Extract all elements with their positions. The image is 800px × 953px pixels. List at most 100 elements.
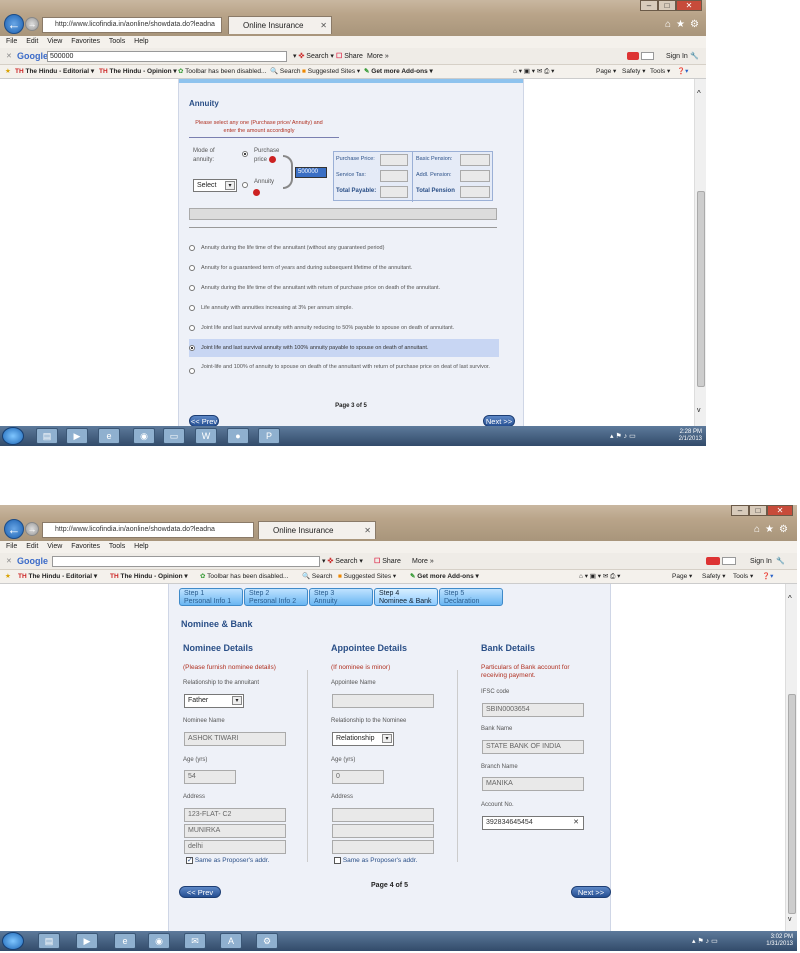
menu-tools[interactable]: Tools [109, 543, 125, 550]
scroll-up-icon[interactable]: ^ [788, 594, 792, 603]
scroll-up-icon[interactable]: ^ [697, 89, 701, 98]
branch-name-input[interactable]: MANIKA [482, 777, 584, 791]
signin-link[interactable]: Sign In [666, 48, 688, 65]
signin-link[interactable]: Sign In [750, 553, 772, 570]
cmd-safety[interactable]: Safety ▾ [702, 570, 726, 584]
menu-tools[interactable]: Tools [109, 38, 125, 45]
menu-favorites[interactable]: Favorites [71, 543, 100, 550]
talk-icon[interactable]: ● [227, 428, 249, 444]
scroll-down-icon[interactable]: v [697, 407, 701, 414]
tab-online-insurance[interactable]: Online Insurance ✕ [228, 16, 332, 34]
step-2[interactable]: Step 2 Personal Info 2 [244, 588, 308, 606]
toggle-icon[interactable] [722, 557, 736, 565]
nominee-same-address[interactable]: ✓ Same as Proposer's addr. [186, 857, 269, 864]
windows-start-icon[interactable] [2, 427, 24, 445]
cmd-page[interactable]: Page ▾ [596, 65, 616, 79]
close-toolbar-icon[interactable]: ✕ [6, 48, 12, 65]
fav-suggested-sites[interactable]: ■ Suggested Sites ▾ [338, 570, 396, 584]
option-radio[interactable] [189, 284, 195, 291]
option-radio[interactable] [189, 368, 195, 374]
wrench-icon[interactable]: 🔧 [690, 48, 699, 65]
toggle-icon[interactable] [641, 52, 654, 60]
annuity-option[interactable]: Annuity during the life time of the annu… [189, 281, 499, 295]
ie-icon[interactable]: e [114, 933, 136, 949]
fav-toolbar-disabled[interactable]: ✿ Toolbar has been disabled... [200, 570, 288, 584]
forward-button[interactable]: → [25, 522, 39, 536]
home-star-gear-icons[interactable]: ⌂★⚙ [665, 19, 704, 30]
fav-hindu-opinion[interactable]: TH The Hindu - Opinion ▾ [110, 570, 188, 584]
more-button[interactable]: More » [367, 48, 389, 65]
scroll-thumb[interactable] [697, 191, 705, 387]
maximize-button[interactable]: □ [658, 0, 676, 11]
forward-button[interactable]: → [25, 17, 39, 31]
media-player-icon[interactable]: ▶ [66, 428, 88, 444]
menu-help[interactable]: Help [134, 38, 148, 45]
google-search-input[interactable]: 500000 [47, 51, 287, 62]
clock[interactable]: 3:02 PM 1/31/2013 [766, 934, 793, 948]
chrome-icon[interactable]: ◉ [148, 933, 170, 949]
menu-file[interactable]: File [6, 38, 17, 45]
cmd-home-icon[interactable]: ⌂ ▾ ▣ ▾ ✉ ⎙ ▾ [513, 65, 554, 79]
home-star-gear-icons[interactable]: ⌂★⚙ [754, 524, 793, 535]
back-button[interactable]: ← [4, 519, 24, 539]
close-toolbar-icon[interactable]: ✕ [6, 553, 12, 570]
next-button[interactable]: Next >> [571, 886, 611, 898]
more-button[interactable]: More » [412, 553, 434, 570]
fav-addons[interactable]: ✎ Get more Add-ons ▾ [410, 570, 479, 584]
appointee-same-address[interactable]: Same as Proposer's addr. [334, 857, 417, 864]
favorites-star-icon[interactable]: ★ [5, 570, 11, 584]
annuity-radio[interactable] [242, 182, 248, 188]
option-radio[interactable] [189, 344, 195, 351]
fav-hindu-editorial[interactable]: TH The Hindu - Editorial ▾ [18, 570, 97, 584]
back-button[interactable]: ← [4, 14, 24, 34]
account-number-input[interactable]: 392834645454 ✕ [482, 816, 584, 830]
share-button[interactable]: ☐ Share [336, 48, 363, 65]
gmail-icon[interactable] [627, 52, 639, 60]
annuity-option[interactable]: Life annuity with annuities increasing a… [189, 301, 499, 315]
cmd-page[interactable]: Page ▾ [672, 570, 692, 584]
menu-view[interactable]: View [47, 38, 62, 45]
fav-suggested-sites[interactable]: ■ Suggested Sites ▾ [302, 65, 360, 79]
google-search-button[interactable]: ▾ ✜ Search ▾ [293, 48, 334, 65]
annuity-option[interactable]: Joint-life and 100% of annuity to spouse… [189, 363, 499, 383]
word-icon[interactable]: W [195, 428, 217, 444]
acrobat-icon[interactable]: A [220, 933, 242, 949]
nominee-address-line1[interactable]: 123-FLAT- C2 [184, 808, 286, 822]
prev-button[interactable]: << Prev [179, 886, 221, 898]
help-icon[interactable] [253, 189, 260, 196]
minimize-button[interactable]: – [640, 0, 658, 11]
scroll-thumb[interactable] [788, 694, 796, 914]
menu-edit[interactable]: Edit [26, 543, 38, 550]
scroll-down-icon[interactable]: v [788, 916, 792, 923]
appointee-address-line3[interactable] [332, 840, 434, 854]
google-search-input[interactable] [52, 556, 320, 567]
help-icon[interactable] [269, 156, 276, 163]
address-bar[interactable]: http://www.licofindia.in/aonline/showdat… [42, 522, 254, 538]
purchase-price-radio[interactable] [242, 151, 248, 157]
fav-search[interactable]: 🔍 Search [270, 65, 301, 79]
close-button[interactable]: ✕ [676, 0, 702, 11]
gmail-icon[interactable] [706, 557, 720, 565]
nominee-address-line3[interactable]: delhi [184, 840, 286, 854]
ie-icon[interactable]: e [98, 428, 120, 444]
bank-name-input[interactable]: STATE BANK OF INDIA [482, 740, 584, 754]
nominee-age-input[interactable]: 54 [184, 770, 236, 784]
windows-start-icon[interactable] [2, 932, 24, 950]
chrome-icon[interactable]: ◉ [133, 428, 155, 444]
step-3[interactable]: Step 3 Annuity [309, 588, 373, 606]
mode-select[interactable]: Select ▾ [193, 179, 237, 192]
help-icon[interactable]: ❓▾ [762, 570, 773, 584]
fav-toolbar-disabled[interactable]: ✿ Toolbar has been disabled... [178, 65, 266, 79]
fav-addons[interactable]: ✎ Get more Add-ons ▾ [364, 65, 433, 79]
fav-hindu-opinion[interactable]: TH The Hindu - Opinion ▾ [99, 65, 177, 79]
appointee-address-line2[interactable] [332, 824, 434, 838]
explorer-icon[interactable]: ▤ [36, 428, 58, 444]
annuity-option[interactable]: Annuity during the life time of the annu… [189, 241, 499, 255]
help-icon[interactable]: ❓▾ [677, 65, 688, 79]
minimize-button[interactable]: – [731, 505, 749, 516]
step-4-active[interactable]: Step 4 Nominee & Bank [374, 588, 438, 606]
folder-icon[interactable]: ▭ [163, 428, 185, 444]
step-5[interactable]: Step 5 Declaration [439, 588, 503, 606]
appointee-relationship-select[interactable]: Relationship ▾ [332, 732, 394, 746]
tray-icons[interactable]: ▴ ⚑ ♪ ▭ [692, 937, 718, 945]
